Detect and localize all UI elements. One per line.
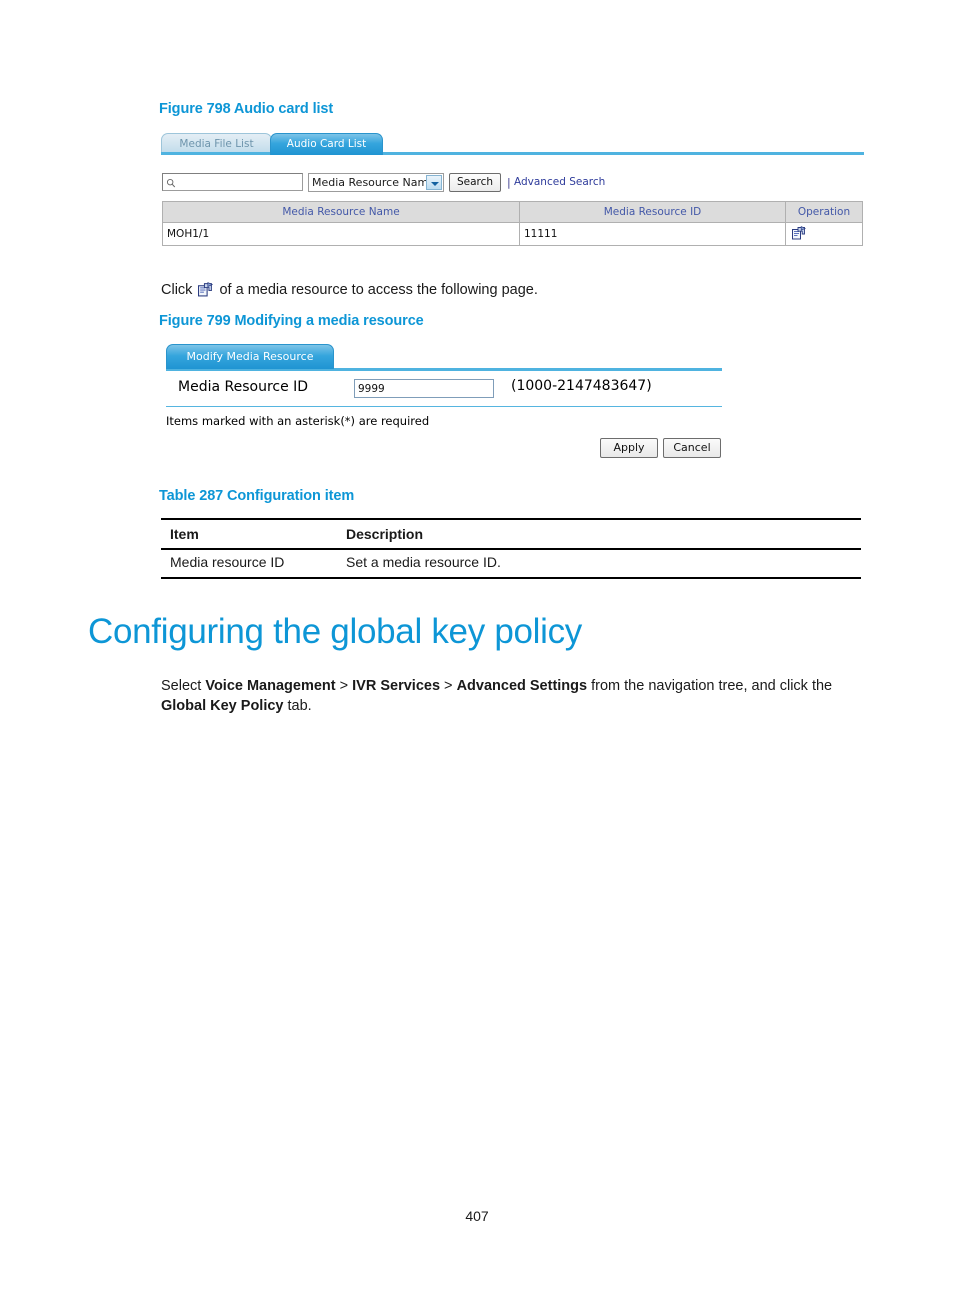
tab-audio-card-list-label: Audio Card List <box>286 138 367 150</box>
cell-media-resource-name: MOH1/1 <box>162 222 520 246</box>
table-top-rule <box>161 518 861 520</box>
cancel-button-label: Cancel <box>673 441 711 454</box>
modify-media-resource-panel: Modify Media Resource Media Resource ID … <box>166 344 722 459</box>
media-resource-id-input[interactable] <box>354 379 494 398</box>
click-note-after: of a media resource to access the follow… <box>219 282 538 298</box>
click-instruction-paragraph: Click of a media resource to access the … <box>161 280 861 300</box>
para-tail: tab. <box>283 698 312 714</box>
page-number: 407 <box>465 1208 489 1224</box>
toolbar-divider: | <box>507 176 511 189</box>
navigation-instruction-paragraph: Select Voice Management > IVR Services >… <box>161 676 865 716</box>
nav-global-key-policy: Global Key Policy <box>161 698 284 714</box>
tab-media-file-list-label: Media File List <box>179 138 254 150</box>
modify-icon[interactable] <box>792 225 807 240</box>
advanced-search-link[interactable]: Advanced Search <box>514 175 605 190</box>
modify-icon <box>198 282 214 297</box>
search-field-select[interactable]: Media Resource Name <box>308 173 444 192</box>
search-field-select-value: Media Resource Name <box>312 176 435 189</box>
table-287-header-description: Description <box>346 526 424 542</box>
table-bottom-rule <box>161 577 861 579</box>
search-button-label: Search <box>456 176 494 188</box>
media-resource-id-label: Media Resource ID <box>178 379 309 395</box>
column-header-media-resource-id[interactable]: Media Resource ID <box>519 201 786 223</box>
tab-modify-media-resource-label: Modify Media Resource <box>186 350 314 363</box>
panel-tabstrip: Media File List Audio Card List <box>161 131 864 155</box>
table-287-cell-description: Set a media resource ID. <box>346 554 501 570</box>
document-page: Figure 798 Audio card list Media File Li… <box>0 0 954 1296</box>
figure-799-caption: Figure 799 Modifying a media resource <box>159 313 424 329</box>
audio-card-list-panel: Media File List Audio Card List Media Re… <box>161 131 864 247</box>
search-icon <box>166 178 176 188</box>
tab-modify-media-resource[interactable]: Modify Media Resource <box>166 344 334 369</box>
search-button[interactable]: Search <box>449 173 501 192</box>
media-resource-id-row: Media Resource ID (1000-2147483647) <box>166 377 722 405</box>
audio-card-table: Media Resource Name Media Resource ID Op… <box>162 201 863 246</box>
table-287-cell-item: Media resource ID <box>170 554 285 570</box>
apply-button[interactable]: Apply <box>600 438 658 458</box>
cell-operation <box>785 222 863 246</box>
click-note-before: Click <box>161 282 193 298</box>
cancel-button[interactable]: Cancel <box>663 438 721 458</box>
modify-panel-tabstrip: Modify Media Resource <box>166 344 722 371</box>
tab-audio-card-list[interactable]: Audio Card List <box>270 133 383 155</box>
para-mid: from the navigation tree, and click the <box>587 678 833 694</box>
figure-798-caption: Figure 798 Audio card list <box>159 101 334 117</box>
search-input[interactable] <box>162 173 303 191</box>
table-row: MOH1/1 11111 <box>162 222 863 246</box>
form-separator <box>166 406 722 407</box>
column-header-operation: Operation <box>785 201 863 223</box>
table-mid-rule <box>161 548 861 550</box>
tabstrip-underline <box>161 152 864 155</box>
required-fields-note: Items marked with an asterisk(*) are req… <box>166 414 430 428</box>
apply-button-label: Apply <box>613 441 645 454</box>
nav-sep-2: > <box>440 678 457 694</box>
page-title: Configuring the global key policy <box>88 612 583 651</box>
table-287: Item Description Media resource ID Set a… <box>161 518 861 582</box>
nav-ivr-services: IVR Services <box>352 678 441 694</box>
table-header-row: Media Resource Name Media Resource ID Op… <box>162 201 863 223</box>
media-resource-id-range-hint: (1000-2147483647) <box>511 378 652 394</box>
table-287-caption: Table 287 Configuration item <box>159 488 355 504</box>
table-287-header-item: Item <box>170 526 199 542</box>
nav-advanced-settings: Advanced Settings <box>456 678 588 694</box>
cell-media-resource-id: 11111 <box>519 222 786 246</box>
search-toolbar: Media Resource Name Search | Advanced Se… <box>162 173 862 193</box>
chevron-down-icon[interactable] <box>426 175 442 190</box>
para-lead: Select <box>161 678 206 694</box>
nav-sep-1: > <box>335 678 353 694</box>
column-header-media-resource-name[interactable]: Media Resource Name <box>162 201 520 223</box>
nav-voice-management: Voice Management <box>205 678 336 694</box>
